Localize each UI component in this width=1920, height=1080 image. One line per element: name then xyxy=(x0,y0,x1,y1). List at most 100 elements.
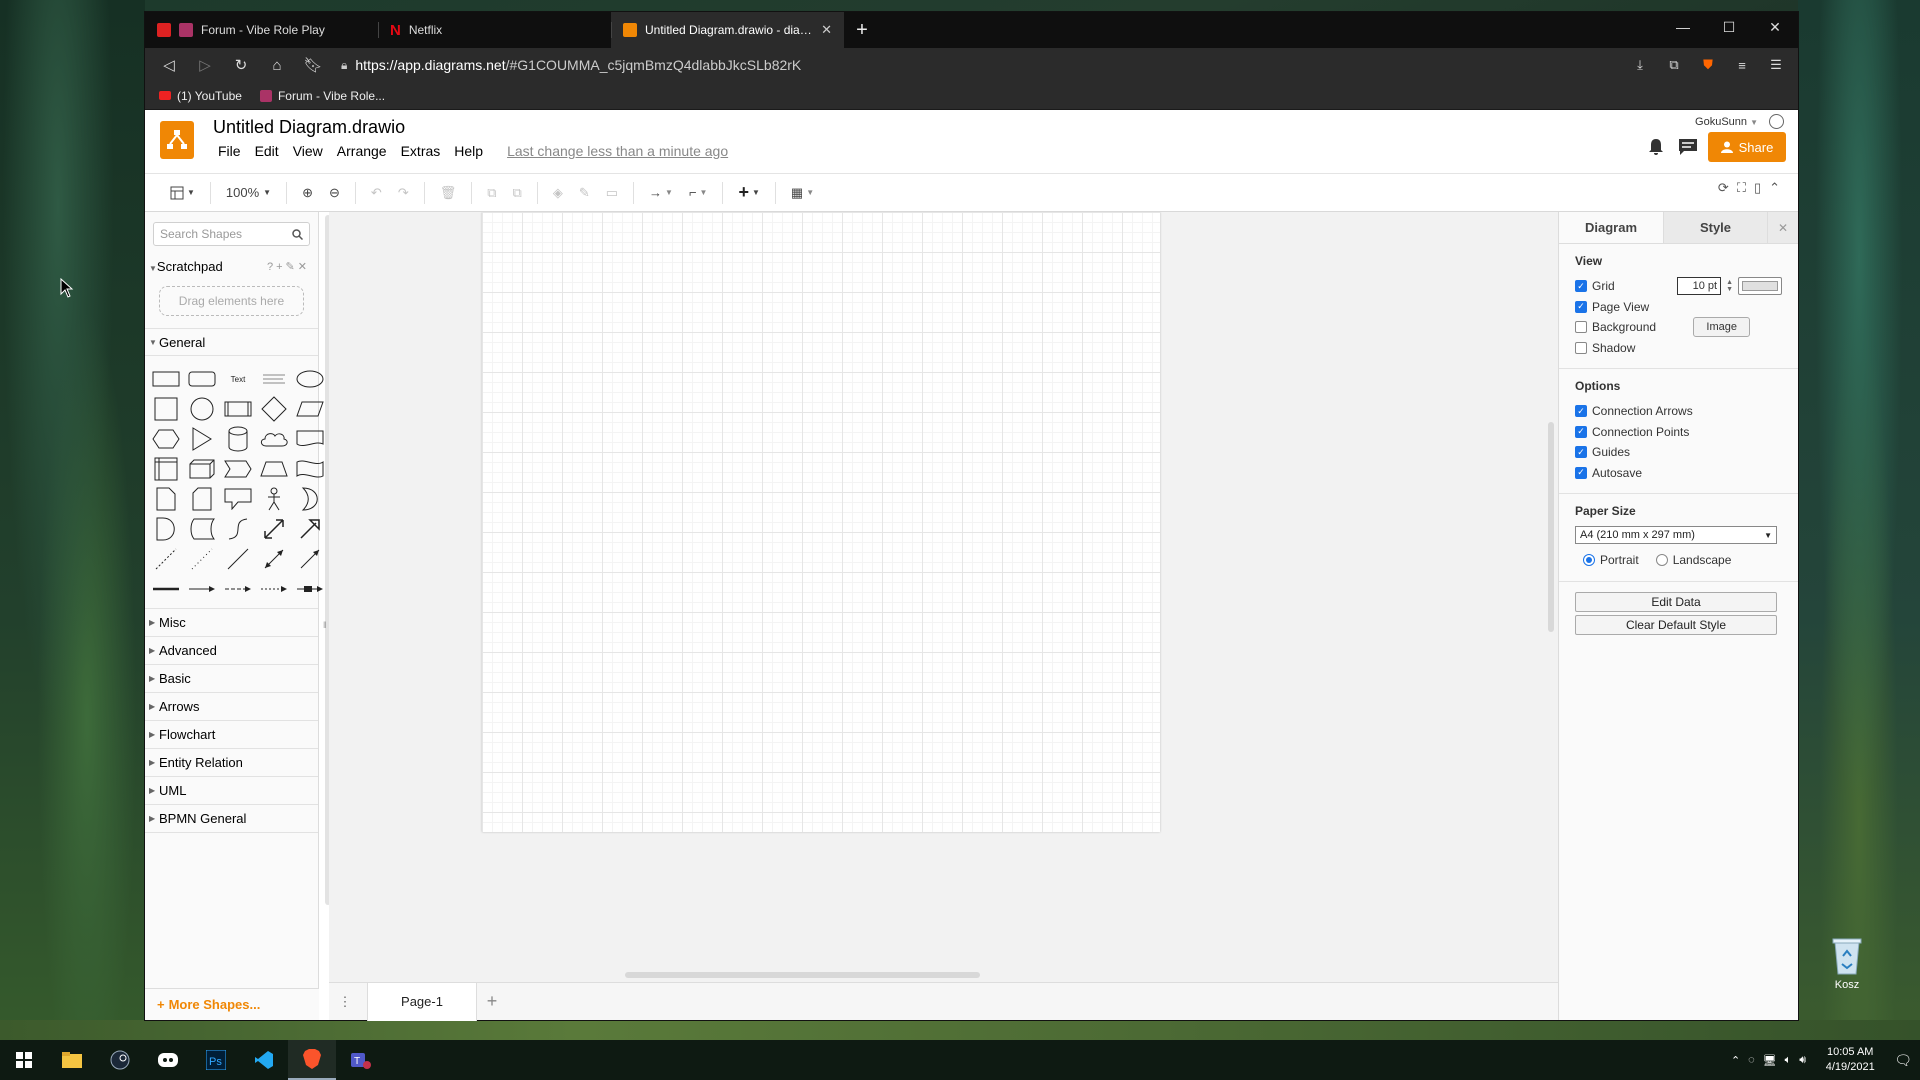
chevron-up-icon[interactable]: ⌃ xyxy=(1731,1054,1740,1067)
bookmark-youtube[interactable]: (1) YouTube xyxy=(159,89,242,103)
page-view-checkbox[interactable]: ✓ xyxy=(1575,300,1587,313)
new-tab-button[interactable]: + xyxy=(844,12,880,48)
shape-diamond[interactable] xyxy=(259,396,289,422)
shape-triangle[interactable] xyxy=(187,426,217,452)
edit-data-button[interactable]: Edit Data xyxy=(1575,591,1777,612)
shape-link-label-arrow[interactable] xyxy=(295,576,325,602)
clock[interactable]: 10:05 AM 4/19/2021 xyxy=(1814,1045,1886,1075)
tab-style[interactable]: Style xyxy=(1663,212,1767,243)
close-icon[interactable]: ✕ xyxy=(1767,212,1798,243)
shape-bidirectional-connector[interactable] xyxy=(259,546,289,572)
diagram-page[interactable] xyxy=(482,212,1160,832)
delete-icon[interactable]: 🗑︎ xyxy=(435,180,462,206)
shape-or[interactable] xyxy=(295,486,325,512)
shape-trapezoid[interactable] xyxy=(259,456,289,482)
address-bar[interactable]: 🔒︎ https://app.diagrams.net/#G1COUMMA_c5… xyxy=(333,51,1622,79)
maximize-icon[interactable]: ☐ xyxy=(1706,12,1752,42)
shadow-icon[interactable]: ▭ xyxy=(601,180,623,206)
shape-internal-storage[interactable] xyxy=(151,456,181,482)
back-icon[interactable]: ◁ xyxy=(153,51,185,79)
discord-icon[interactable] xyxy=(144,1040,192,1080)
line-color-icon[interactable]: ✎ xyxy=(574,180,595,206)
format-panel-toggle[interactable]: ▼ xyxy=(165,180,200,206)
shape-step[interactable] xyxy=(223,456,253,482)
undo-icon[interactable]: ↶ xyxy=(366,180,387,206)
shape-cloud[interactable] xyxy=(259,426,289,452)
shape-ellipse[interactable] xyxy=(295,366,325,392)
shape-card[interactable] xyxy=(187,486,217,512)
shape-cylinder[interactable] xyxy=(223,426,253,452)
fullscreen-icon[interactable]: ⛶ xyxy=(1737,180,1746,196)
shape-and[interactable] xyxy=(151,516,181,542)
section-entity-relation[interactable]: ▶ Entity Relation xyxy=(145,749,318,777)
insert-icon[interactable]: + ▼ xyxy=(733,180,764,206)
teams-icon[interactable]: T xyxy=(336,1040,384,1080)
collapse-icon[interactable]: ⌃ xyxy=(1769,180,1780,196)
shape-link-thick[interactable] xyxy=(151,576,181,602)
table-icon[interactable]: ▦ ▼ xyxy=(786,180,819,206)
minimize-icon[interactable]: — xyxy=(1660,12,1706,42)
shape-link-arrow[interactable] xyxy=(187,576,217,602)
section-arrows[interactable]: ▶ Arrows xyxy=(145,693,318,721)
stepper-icon[interactable]: ▲ ▼ xyxy=(1726,279,1733,293)
menu-arrange[interactable]: Arrange xyxy=(332,143,392,159)
photoshop-icon[interactable]: Ps xyxy=(192,1040,240,1080)
grid-color-picker[interactable] xyxy=(1738,277,1782,296)
home-icon[interactable]: ⌂ xyxy=(261,51,293,79)
volume-icon[interactable]: 🔊︎ xyxy=(1799,1054,1806,1067)
page-tab-1[interactable]: Page-1 xyxy=(367,982,477,1021)
menu-help[interactable]: Help xyxy=(449,143,488,159)
windows-start-button[interactable] xyxy=(0,1040,48,1080)
scratchpad-header[interactable]: ▼Scratchpad ?+✎✕ xyxy=(145,252,318,280)
search-shapes-input[interactable]: Search Shapes xyxy=(153,222,310,246)
shape-dotted-line[interactable] xyxy=(187,546,217,572)
scratchpad-dropzone[interactable]: Drag elements here xyxy=(159,286,304,316)
to-front-icon[interactable]: ⧉ xyxy=(482,180,501,206)
brave-browser-icon[interactable] xyxy=(288,1040,336,1080)
section-bpmn-general[interactable]: ▶ BPMN General xyxy=(145,805,318,833)
zoom-in-icon[interactable]: ⊕ xyxy=(297,180,318,206)
redo-icon[interactable]: ↷ xyxy=(393,180,414,206)
section-basic[interactable]: ▶ Basic xyxy=(145,665,318,693)
menu-edit[interactable]: Edit xyxy=(250,143,284,159)
bookmark-icon[interactable]: 🔖︎ xyxy=(297,51,329,79)
autosave-checkbox[interactable]: ✓ xyxy=(1575,466,1587,479)
scratchpad-actions[interactable]: ?+✎✕ xyxy=(267,260,310,273)
portrait-radio[interactable] xyxy=(1583,554,1595,567)
close-window-icon[interactable]: ✕ xyxy=(1752,12,1798,42)
translate-icon[interactable]: ⧉ xyxy=(1660,51,1688,79)
shape-square[interactable] xyxy=(151,396,181,422)
pages-menu-icon[interactable]: ⋮ xyxy=(333,994,357,1010)
reading-list-icon[interactable]: ≡ xyxy=(1728,51,1756,79)
general-header[interactable]: ▼ General xyxy=(145,328,318,356)
format-toggle-icon[interactable]: ▯ xyxy=(1754,180,1761,196)
shape-directional-connector[interactable] xyxy=(295,546,325,572)
section-advanced[interactable]: ▶ Advanced xyxy=(145,637,318,665)
shape-note[interactable] xyxy=(151,486,181,512)
shape-link-dotted-arrow[interactable] xyxy=(259,576,289,602)
brave-shield-icon[interactable]: ⛊ xyxy=(1694,51,1722,79)
recycle-bin[interactable]: Kosz xyxy=(1822,936,1872,991)
paper-size-select[interactable]: A4 (210 mm x 297 mm) ▼ xyxy=(1575,526,1777,544)
menu-file[interactable]: File xyxy=(213,143,246,159)
shape-process[interactable] xyxy=(223,396,253,422)
last-change-link[interactable]: Last change less than a minute ago xyxy=(502,143,733,159)
sync-icon[interactable]: ⟳ xyxy=(1718,180,1729,196)
shape-text[interactable]: Text xyxy=(223,366,253,392)
network-status-icon[interactable]: ◌ xyxy=(1748,1054,1755,1066)
shape-textbox[interactable] xyxy=(259,366,289,392)
tab-drawio[interactable]: Untitled Diagram.drawio - diagrams.net ✕ xyxy=(611,12,844,48)
shape-link-dashed-arrow[interactable] xyxy=(223,576,253,602)
shape-callout[interactable] xyxy=(223,486,253,512)
to-back-icon[interactable]: ⧉ xyxy=(508,180,527,206)
shape-rounded-rectangle[interactable] xyxy=(187,366,217,392)
shape-actor[interactable] xyxy=(259,486,289,512)
steam-icon[interactable] xyxy=(96,1040,144,1080)
add-page-icon[interactable]: + xyxy=(477,991,507,1012)
tab-netflix[interactable]: N Netflix xyxy=(378,12,611,48)
shadow-checkbox[interactable] xyxy=(1575,341,1587,354)
bookmark-forum[interactable]: Forum - Vibe Role... xyxy=(259,89,385,103)
shape-parallelogram[interactable] xyxy=(295,396,325,422)
menu-icon[interactable]: ☰ xyxy=(1762,51,1790,79)
shape-hexagon[interactable] xyxy=(151,426,181,452)
